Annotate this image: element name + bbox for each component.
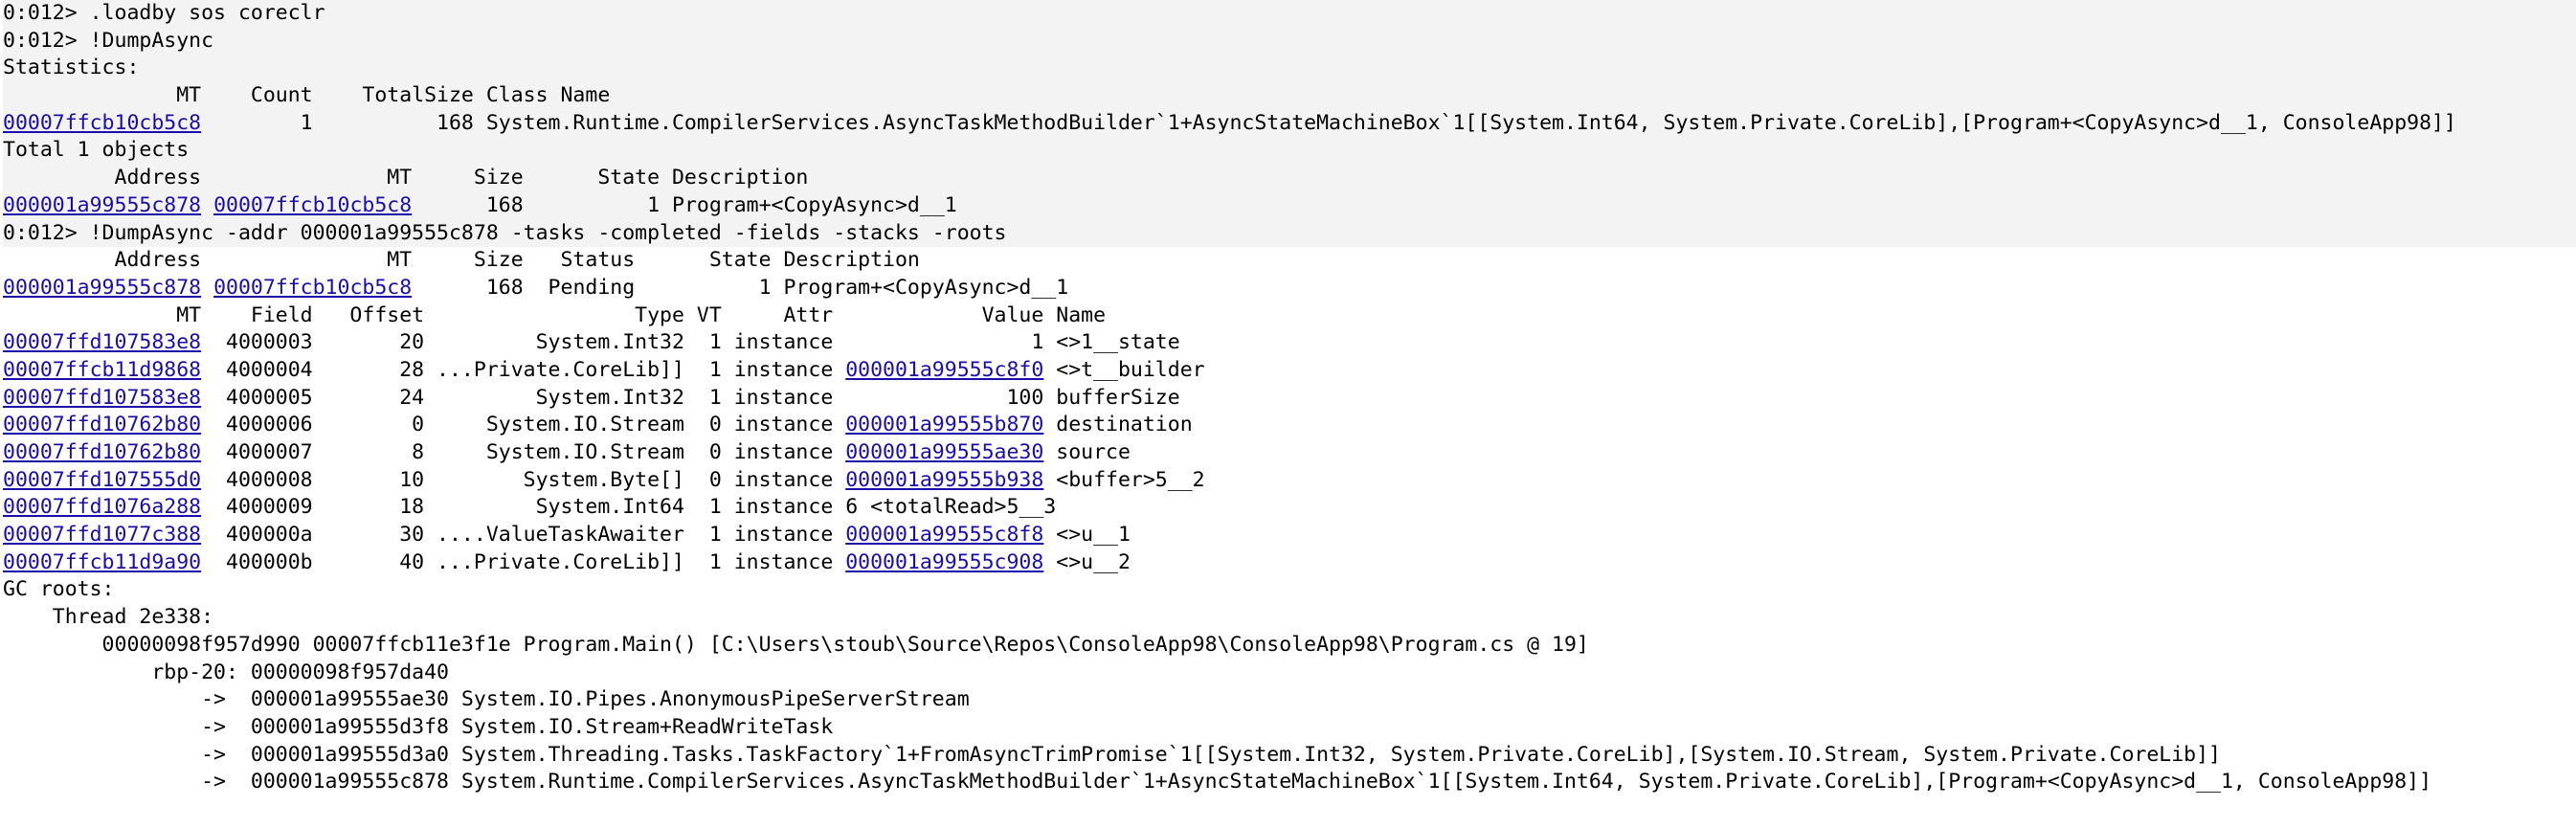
- output-line: rbp-20: 00000098f957da40: [3, 660, 2576, 687]
- address-link[interactable]: 00007ffd1077c388: [3, 523, 201, 547]
- address-link[interactable]: 00007ffd107583e8: [3, 386, 201, 410]
- output-line: Total 1 objects: [3, 137, 2576, 166]
- address-link[interactable]: 000001a99555c8f8: [845, 523, 1043, 547]
- command-line: 0:012> !DumpAsync: [3, 27, 2576, 56]
- output-line: -> 000001a99555c878 System.Runtime.Compi…: [3, 769, 2576, 796]
- console-text: source: [1043, 440, 1131, 464]
- console-text: 4000008 10 System.Byte[] 0 instance: [201, 467, 846, 492]
- console-text: 400000b 40 ...Private.CoreLib]] 1 instan…: [201, 549, 846, 574]
- console-text: Address MT Size Status State Description: [3, 248, 920, 273]
- output-line: Thread 2e338:: [3, 604, 2576, 632]
- console-text: 400000a 30 ....ValueTaskAwaiter 1 instan…: [201, 523, 846, 548]
- address-link[interactable]: 00007ffd107583e8: [3, 330, 201, 354]
- output-line: -> 000001a99555d3f8 System.IO.Stream+Rea…: [3, 714, 2576, 742]
- console-text: 0:012> !DumpAsync: [3, 28, 214, 53]
- console-text: -> 000001a99555d3f8 System.IO.Stream+Rea…: [3, 714, 834, 739]
- output-line: GC roots:: [3, 576, 2576, 604]
- console-text: MT Count TotalSize Class Name: [3, 83, 611, 108]
- console-text: <>u__2: [1043, 549, 1131, 574]
- console-text: 4000006 0 System.IO.Stream 0 instance: [201, 413, 846, 437]
- output-line: 00007ffd1076a288 4000009 18 System.Int64…: [3, 494, 2576, 522]
- console-text: GC roots:: [3, 577, 115, 602]
- debugger-console-output: 0:012> .loadby sos coreclr 0:012> !DumpAs…: [0, 0, 2576, 796]
- address-link[interactable]: 000001a99555b870: [845, 413, 1043, 436]
- console-text: -> 000001a99555ae30 System.IO.Pipes.Anon…: [3, 687, 970, 712]
- address-link[interactable]: 00007ffcb10cb5c8: [213, 193, 412, 217]
- console-text: 4000007 8 System.IO.Stream 0 instance: [201, 440, 846, 464]
- console-text: 4000005 24 System.Int32 1 instance 100 b…: [201, 385, 1180, 410]
- console-text: 00000098f957d990 00007ffcb11e3f1e Progra…: [3, 632, 1589, 657]
- console-text: 0:012> .loadby sos coreclr: [3, 1, 325, 25]
- console-text: Thread 2e338:: [3, 605, 214, 630]
- console-text: Total 1 objects: [3, 138, 190, 163]
- output-line: Statistics:: [3, 55, 2576, 83]
- output-line: -> 000001a99555ae30 System.IO.Pipes.Anon…: [3, 686, 2576, 714]
- output-line: MT Count TotalSize Class Name: [3, 82, 2576, 110]
- console-text: <>u__1: [1043, 523, 1131, 548]
- output-line: 00007ffd10762b80 4000006 0 System.IO.Str…: [3, 412, 2576, 439]
- address-link[interactable]: 00007ffd10762b80: [3, 440, 201, 464]
- address-link[interactable]: 000001a99555c8f0: [845, 358, 1043, 382]
- address-link[interactable]: 00007ffcb11d9868: [3, 358, 201, 382]
- output-line: 00007ffcb11d9868 4000004 28 ...Private.C…: [3, 357, 2576, 385]
- console-text: MT Field Offset Type VT Attr Value Name: [3, 302, 1107, 327]
- console-text: Statistics:: [3, 56, 140, 80]
- output-line: 00007ffd1077c388 400000a 30 ....ValueTas…: [3, 522, 2576, 549]
- address-link[interactable]: 00007ffd1076a288: [3, 495, 201, 519]
- console-text: 4000003 20 System.Int32 1 instance 1 <>1…: [201, 330, 1180, 355]
- console-text: <>t__builder: [1043, 357, 1205, 382]
- output-line: 00007ffd107583e8 4000005 24 System.Int32…: [3, 385, 2576, 413]
- address-link[interactable]: 000001a99555c908: [845, 550, 1043, 574]
- address-link[interactable]: 000001a99555c878: [3, 193, 201, 217]
- address-link[interactable]: 00007ffd107555d0: [3, 468, 201, 492]
- output-line: 00007ffd10762b80 4000007 8 System.IO.Str…: [3, 439, 2576, 467]
- address-link[interactable]: 00007ffcb10cb5c8: [3, 111, 201, 135]
- address-link[interactable]: 000001a99555ae30: [845, 440, 1043, 464]
- output-line: Address MT Size Status State Description: [3, 247, 2576, 275]
- console-text: Address MT Size State Description: [3, 166, 809, 190]
- output-line: Address MT Size State Description: [3, 165, 2576, 192]
- output-line: 000001a99555c878 00007ffcb10cb5c8 168 Pe…: [3, 275, 2576, 302]
- console-text: <buffer>5__2: [1043, 467, 1205, 492]
- command-line: 0:012> !DumpAsync -addr 000001a99555c878…: [3, 219, 2576, 248]
- address-link[interactable]: 00007ffd10762b80: [3, 413, 201, 436]
- output-line: 00007ffd107583e8 4000003 20 System.Int32…: [3, 329, 2576, 357]
- address-link[interactable]: 000001a99555c878: [3, 276, 201, 300]
- console-text: -> 000001a99555c878 System.Runtime.Compi…: [3, 770, 2432, 794]
- command-line: 0:012> .loadby sos coreclr: [3, 0, 2576, 28]
- console-text: 4000004 28 ...Private.CoreLib]] 1 instan…: [201, 357, 846, 382]
- output-line: -> 000001a99555d3a0 System.Threading.Tas…: [3, 742, 2576, 770]
- output-line: 00007ffd107555d0 4000008 10 System.Byte[…: [3, 467, 2576, 495]
- output-line: 00007ffcb11d9a90 400000b 40 ...Private.C…: [3, 549, 2576, 577]
- console-text: 168 1 Program+<CopyAsync>d__1: [412, 192, 957, 217]
- console-text: -> 000001a99555d3a0 System.Threading.Tas…: [3, 742, 2221, 767]
- address-link[interactable]: 00007ffcb11d9a90: [3, 550, 201, 574]
- console-text: rbp-20: 00000098f957da40: [3, 660, 449, 684]
- output-line: 00000098f957d990 00007ffcb11e3f1e Progra…: [3, 632, 2576, 660]
- address-link[interactable]: 000001a99555b938: [845, 468, 1043, 492]
- console-text: 4000009 18 System.Int64 1 instance 6 <to…: [201, 495, 1057, 520]
- output-line: MT Field Offset Type VT Attr Value Name: [3, 302, 2576, 330]
- console-text: 1 168 System.Runtime.CompilerServices.As…: [201, 110, 2456, 135]
- output-line: 000001a99555c878 00007ffcb10cb5c8 168 1 …: [3, 191, 2576, 220]
- address-link[interactable]: 00007ffcb10cb5c8: [213, 276, 412, 300]
- console-text: 168 Pending 1 Program+<CopyAsync>d__1: [412, 275, 1069, 300]
- output-line: 00007ffcb10cb5c8 1 168 System.Runtime.Co…: [3, 109, 2576, 138]
- console-text: 0:012> !DumpAsync -addr 000001a99555c878…: [3, 220, 1007, 245]
- console-text: destination: [1043, 413, 1193, 437]
